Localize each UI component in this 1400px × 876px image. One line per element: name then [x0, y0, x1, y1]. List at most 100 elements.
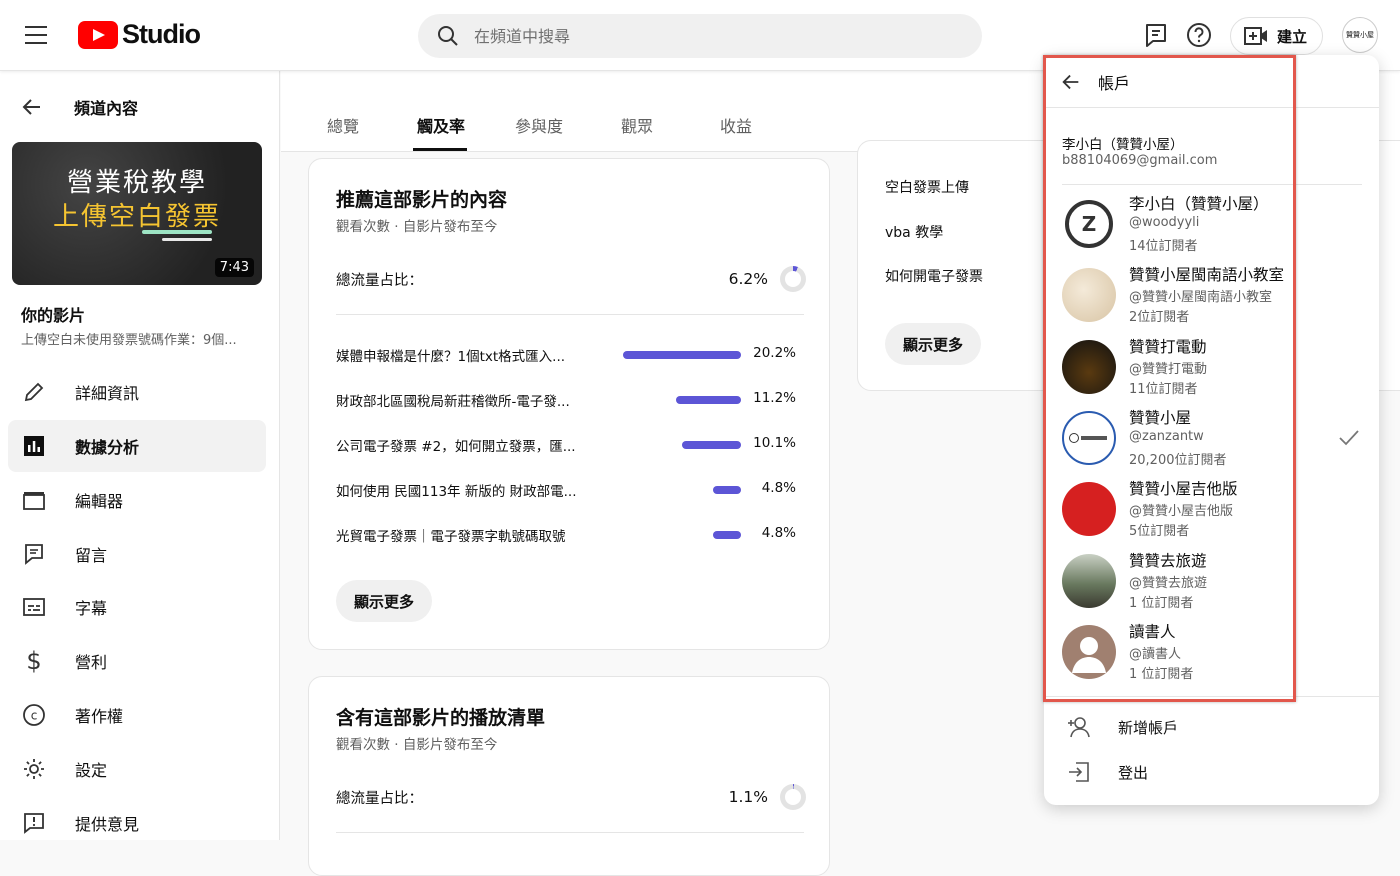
- suggested-video-row[interactable]: 如何使用 民國113年 新版的 財政部電... 4.8%: [336, 480, 796, 500]
- account-item[interactable]: 讀書人 @讀書人 1 位訂閱者: [1062, 620, 1362, 686]
- search-term: 空白發票上傳: [885, 180, 969, 196]
- studio-logo[interactable]: Studio: [78, 19, 201, 50]
- show-more-button[interactable]: 顯示更多: [336, 580, 433, 622]
- account-switcher-menu: 帳戶 李小白（贊贊小屋） b88104069@gmail.com Z 李小白（贊…: [1044, 55, 1379, 805]
- account-item[interactable]: 贊贊小屋吉他版 @贊贊小屋吉他版 5位訂閱者: [1062, 477, 1362, 543]
- add-account-label: 新增帳戶: [1118, 718, 1179, 737]
- arrow-left-icon: [22, 99, 40, 115]
- share-percent: 11.2%: [753, 390, 796, 406]
- search-term: 如何開電子發票: [885, 269, 983, 285]
- thumb-line-1: 營業稅教學: [66, 168, 207, 198]
- nav-analytics[interactable]: 數據分析: [8, 420, 266, 472]
- nav-label: 編輯器: [75, 492, 124, 511]
- traffic-share-donut: [780, 266, 806, 292]
- avatar: [1062, 625, 1116, 679]
- card-subtitle: 觀看次數 · 自影片發布至今: [336, 219, 498, 235]
- divider: [1062, 184, 1362, 185]
- divider: [1044, 696, 1379, 697]
- nav-copyright[interactable]: c 著作權: [8, 689, 266, 741]
- nav-label: 詳細資訊: [75, 384, 140, 403]
- nav-label: 數據分析: [75, 438, 140, 457]
- account-name: 李小白（贊贊小屋）: [1129, 195, 1269, 213]
- nav-details[interactable]: 詳細資訊: [8, 366, 266, 418]
- comment-icon[interactable]: [1143, 22, 1169, 48]
- nav-label: 著作權: [75, 707, 124, 726]
- clapperboard-icon: [20, 486, 48, 514]
- account-subscribers: 14位訂閱者: [1129, 239, 1198, 254]
- pencil-icon: [20, 378, 48, 406]
- card-title: 推薦這部影片的內容: [336, 189, 508, 211]
- share-bar: [623, 351, 741, 359]
- tab-overview[interactable]: 總覽: [327, 113, 359, 137]
- account-handle: @贊贊打電動: [1129, 362, 1208, 377]
- account-name: 贊贊小屋閩南語小教室: [1129, 266, 1285, 284]
- add-person-icon: [1068, 717, 1090, 738]
- nav-comments[interactable]: 留言: [8, 528, 266, 580]
- traffic-share-value: 1.1%: [728, 788, 768, 806]
- add-account-button[interactable]: 新增帳戶: [1066, 715, 1178, 739]
- video-title[interactable]: 光貿電子發票｜電子發票字軌號碼取號: [336, 525, 586, 545]
- account-subscribers: 2位訂閱者: [1129, 310, 1190, 325]
- menu-icon[interactable]: [25, 26, 47, 44]
- suggested-video-row[interactable]: 公司電子發票 #2，如何開立發票，匯... 10.1%: [336, 435, 796, 455]
- nav-label: 留言: [75, 546, 108, 565]
- video-title[interactable]: 財政部北區國稅局新莊稽徵所-電子發...: [336, 390, 586, 410]
- account-item[interactable]: 贊贊小屋閩南語小教室 @贊贊小屋閩南語小教室 2位訂閱者: [1062, 263, 1362, 329]
- search-term: vba 教學: [885, 225, 944, 241]
- gear-icon: [20, 755, 48, 783]
- account-item[interactable]: 贊贊打電動 @贊贊打電動 11位訂閱者: [1062, 335, 1362, 401]
- nav-label: 營利: [75, 653, 108, 672]
- nav-feedback[interactable]: 提供意見: [8, 797, 266, 849]
- share-bar: [713, 531, 741, 539]
- create-button[interactable]: 建立: [1230, 17, 1323, 55]
- nav-editor[interactable]: 編輯器: [8, 474, 266, 526]
- tab-audience[interactable]: 觀眾: [621, 113, 653, 137]
- account-subscribers: 11位訂閱者: [1129, 382, 1198, 397]
- nav-label: 字幕: [75, 599, 108, 618]
- tab-engagement[interactable]: 參與度: [515, 113, 563, 137]
- avatar: Z: [1062, 197, 1116, 251]
- sign-out-label: 登出: [1118, 763, 1149, 782]
- account-item-selected[interactable]: 贊贊小屋 @zanzantw 20,200位訂閱者: [1062, 406, 1362, 472]
- video-title[interactable]: 如何使用 民國113年 新版的 財政部電...: [336, 480, 586, 500]
- suggested-video-row[interactable]: 光貿電子發票｜電子發票字軌號碼取號 4.8%: [336, 525, 796, 545]
- account-name: 讀書人: [1129, 623, 1176, 641]
- video-thumbnail[interactable]: 營業稅教學 上傳空白發票 7:43: [12, 142, 262, 285]
- dollar-icon: $: [26, 647, 42, 675]
- thumb-decoration: [142, 230, 212, 234]
- video-title[interactable]: 媒體申報檔是什麼？1個txt格式匯入...: [336, 345, 586, 365]
- search-input[interactable]: [474, 26, 954, 46]
- tab-reach[interactable]: 觸及率: [417, 113, 465, 137]
- nav-settings[interactable]: 設定: [8, 743, 266, 795]
- account-item[interactable]: Z 李小白（贊贊小屋） @woodyyli 14位訂閱者: [1062, 192, 1362, 258]
- thumb-decoration: [162, 238, 212, 241]
- tab-revenue[interactable]: 收益: [720, 113, 752, 137]
- arrow-left-icon[interactable]: [1060, 71, 1082, 93]
- traffic-share-label: 總流量占比：: [336, 272, 423, 289]
- account-subscribers: 20,200位訂閱者: [1129, 453, 1227, 468]
- share-bar: [682, 441, 741, 449]
- video-title: 上傳空白未使用發票號碼作業：9個...: [21, 333, 237, 348]
- nav-monetization[interactable]: $ 營利: [8, 635, 266, 687]
- account-item[interactable]: 贊贊去旅遊 @贊贊去旅遊 1 位訂閱者: [1062, 549, 1362, 615]
- nav-subtitles[interactable]: 字幕: [8, 581, 266, 633]
- show-more-button[interactable]: 顯示更多: [885, 323, 982, 365]
- help-icon[interactable]: [1186, 22, 1212, 48]
- menu-title: 帳戶: [1098, 74, 1131, 93]
- video-title[interactable]: 公司電子發票 #2，如何開立發票，匯...: [336, 435, 586, 455]
- search-icon[interactable]: [436, 24, 460, 48]
- traffic-share-row: 總流量占比： 6.2%: [336, 266, 806, 292]
- suggested-video-row[interactable]: 媒體申報檔是什麼？1個txt格式匯入... 20.2%: [336, 345, 796, 365]
- account-avatar[interactable]: 贊贊小屋: [1342, 17, 1378, 53]
- account-name: 贊贊小屋吉他版: [1129, 480, 1238, 498]
- avatar: [1062, 411, 1116, 465]
- account-handle: @zanzantw: [1129, 429, 1204, 444]
- copyright-icon: c: [20, 701, 48, 729]
- account-name: 贊贊打電動: [1129, 338, 1207, 356]
- avatar: [1062, 482, 1116, 536]
- sign-out-button[interactable]: 登出: [1066, 760, 1148, 784]
- current-account-name: 李小白（贊贊小屋）: [1062, 137, 1184, 153]
- video-add-icon: [1244, 27, 1267, 45]
- suggested-video-row[interactable]: 財政部北區國稅局新莊稽徵所-電子發... 11.2%: [336, 390, 796, 410]
- back-to-content[interactable]: 頻道內容: [20, 95, 138, 119]
